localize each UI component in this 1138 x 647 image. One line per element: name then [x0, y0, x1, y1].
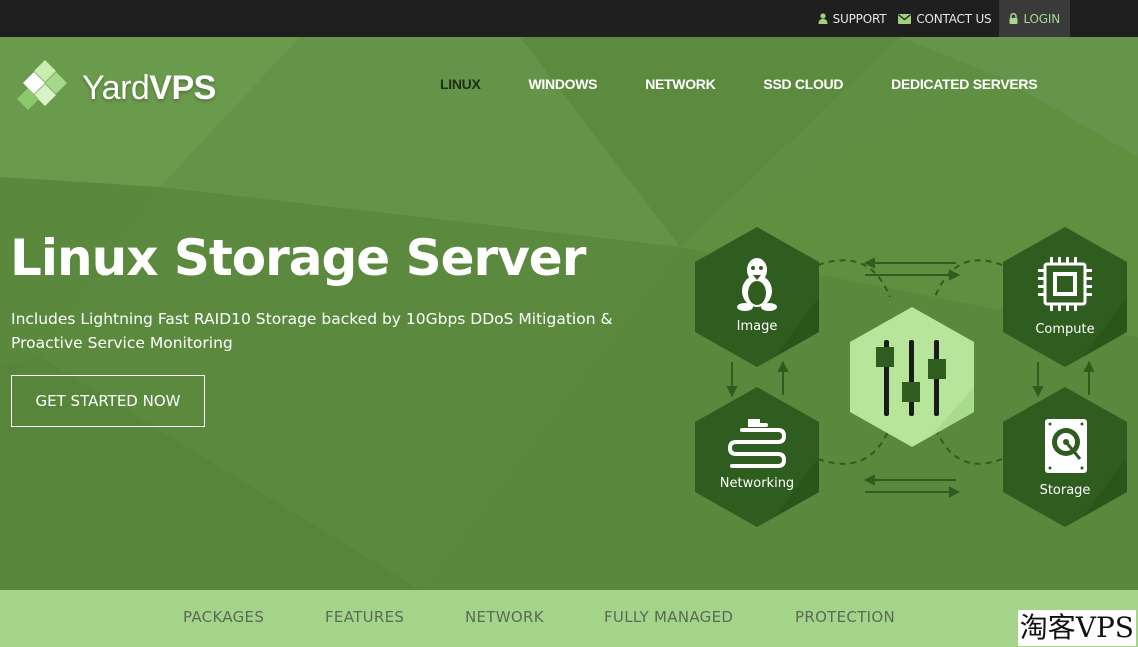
- nav-windows[interactable]: WINDOWS: [529, 76, 598, 92]
- subnav-packages[interactable]: PACKAGES: [183, 608, 264, 626]
- login-link[interactable]: LOGIN: [999, 0, 1070, 37]
- brand-name: YardVPS: [82, 69, 216, 108]
- brand-logo[interactable]: YardVPS: [14, 58, 216, 118]
- envelope-icon: [898, 13, 912, 24]
- lock-icon: [1009, 13, 1018, 24]
- top-links: SUPPORT CONTACT US LOGIN: [814, 0, 1070, 37]
- brand-name-light: Yard: [82, 68, 150, 107]
- networking-label: Networking: [720, 476, 794, 491]
- hero-section: YardVPS LINUX WINDOWS NETWORK SSD CLOUD …: [0, 37, 1138, 590]
- subnav-protection[interactable]: PROTECTION: [795, 608, 895, 626]
- main-nav: LINUX WINDOWS NETWORK SSD CLOUD DEDICATE…: [440, 76, 1038, 92]
- logo-diamond-icon: [17, 60, 67, 110]
- subnav-network[interactable]: NETWORK: [465, 608, 544, 626]
- brand-name-bold: VPS: [149, 68, 216, 107]
- contact-us-label: CONTACT US: [916, 11, 992, 26]
- cpu-chip-icon: [1038, 257, 1092, 311]
- storage-hexagon: Storage: [1003, 387, 1127, 527]
- nav-ssd-cloud[interactable]: SSD CLOUD: [763, 76, 843, 92]
- hard-drive-icon: [1045, 419, 1087, 473]
- watermark: 淘客VPS: [1017, 610, 1136, 646]
- login-label: LOGIN: [1023, 11, 1060, 26]
- dashed-connector: [817, 426, 891, 465]
- sliders-icon: [876, 340, 946, 416]
- get-started-button[interactable]: GET STARTED NOW: [11, 375, 205, 427]
- networking-hexagon: Networking: [695, 387, 819, 527]
- support-label: SUPPORT: [832, 11, 887, 26]
- top-bar: SUPPORT CONTACT US LOGIN: [0, 0, 1138, 37]
- nav-linux[interactable]: LINUX: [440, 76, 481, 92]
- center-hexagon: [850, 307, 974, 447]
- dashed-connector: [934, 426, 1003, 465]
- nav-dedicated-servers[interactable]: DEDICATED SERVERS: [891, 76, 1037, 92]
- support-link[interactable]: SUPPORT: [814, 0, 891, 37]
- compute-hexagon: Compute: [1003, 227, 1127, 367]
- subnav-fully-managed[interactable]: FULLY MANAGED: [604, 608, 733, 626]
- hero-subtitle: Includes Lightning Fast RAID10 Storage b…: [11, 310, 613, 352]
- contact-us-link[interactable]: CONTACT US: [894, 0, 995, 37]
- subnav-features[interactable]: FEATURES: [325, 608, 404, 626]
- arrows-bottom-icon: [863, 474, 961, 498]
- section-nav: PACKAGES FEATURES NETWORK FULLY MANAGED …: [0, 590, 1138, 647]
- nav-network[interactable]: NETWORK: [645, 76, 716, 92]
- image-label: Image: [737, 319, 778, 334]
- image-hexagon: Image: [695, 227, 819, 367]
- dashed-connector: [817, 259, 891, 298]
- compute-label: Compute: [1035, 322, 1094, 337]
- user-icon: [818, 13, 828, 24]
- storage-label: Storage: [1040, 483, 1091, 498]
- arrows-top-icon: [863, 257, 961, 281]
- infrastructure-diagram: Image Compute Networking Storage: [695, 227, 1127, 527]
- hero-title: Linux Storage Server: [10, 229, 586, 287]
- dashed-connector: [934, 259, 1003, 298]
